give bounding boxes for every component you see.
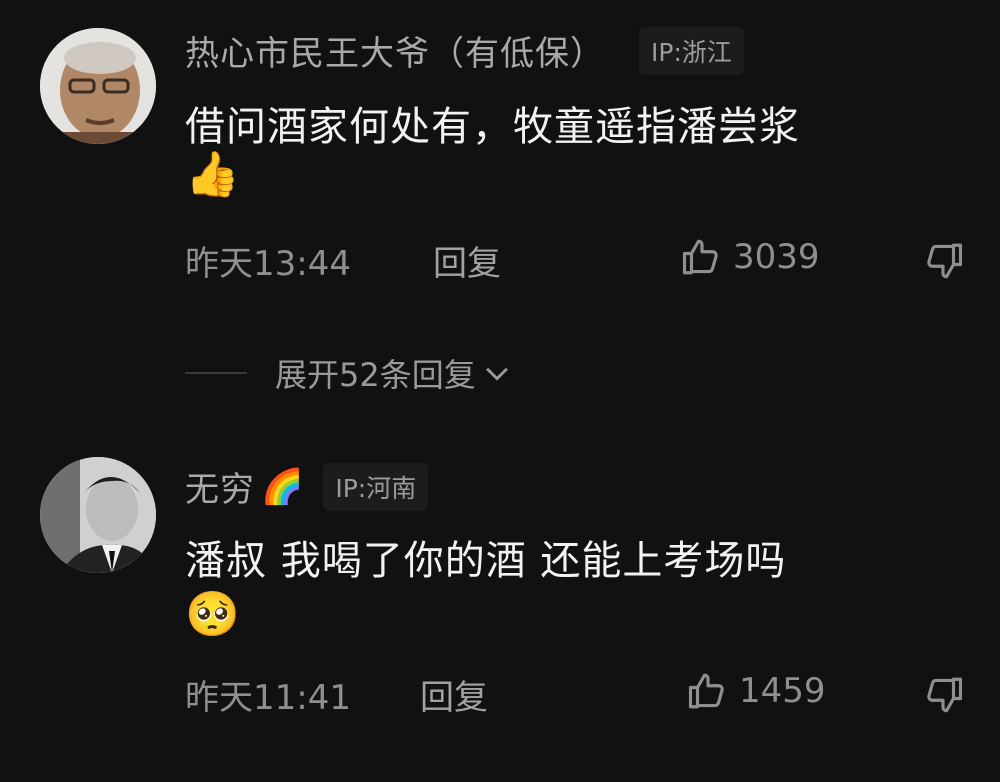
avatar[interactable] [40, 28, 156, 144]
like-count: 3039 [733, 237, 820, 277]
avatar-image [40, 28, 156, 144]
expand-replies-label: 展开52条回复 [275, 356, 476, 394]
dislike-button[interactable] [922, 674, 964, 720]
username[interactable]: 热心市民王大爷（有低保） [185, 26, 605, 75]
dislike-button[interactable] [922, 240, 964, 286]
like-count: 1459 [739, 671, 826, 711]
like-button[interactable]: 3039 [681, 236, 820, 278]
comment-text: 借问酒家何处有，牧童遥指潘尝浆 [185, 104, 800, 150]
divider [185, 372, 247, 374]
expand-replies[interactable]: 展开52条回复 [185, 350, 514, 396]
thumbs-up-icon [688, 673, 724, 709]
thumbs-down-icon [927, 243, 963, 279]
ip-location-badge: IP:河南 [323, 462, 429, 511]
comment-time: 昨天11:41 [185, 678, 351, 718]
avatar-image [40, 457, 156, 573]
avatar[interactable] [40, 457, 156, 573]
like-button[interactable]: 1459 [687, 670, 826, 712]
reply-button[interactable]: 回复 [420, 670, 488, 719]
chevron-down-icon [485, 367, 508, 381]
pleading-face-emoji: 🥺 [185, 589, 240, 640]
thumbs-up-emoji: 👍 [185, 149, 240, 200]
comment-time: 昨天13:44 [185, 244, 351, 284]
ip-location-badge: IP:浙江 [639, 26, 744, 75]
thumbs-up-icon [682, 239, 718, 275]
reply-button[interactable]: 回复 [433, 236, 501, 285]
rainbow-emoji: 🌈 [261, 466, 304, 507]
thumbs-down-icon [927, 677, 963, 713]
comment-text: 潘叔 我喝了你的酒 还能上考场吗 [185, 538, 787, 584]
username[interactable]: 无穷 [185, 462, 255, 511]
